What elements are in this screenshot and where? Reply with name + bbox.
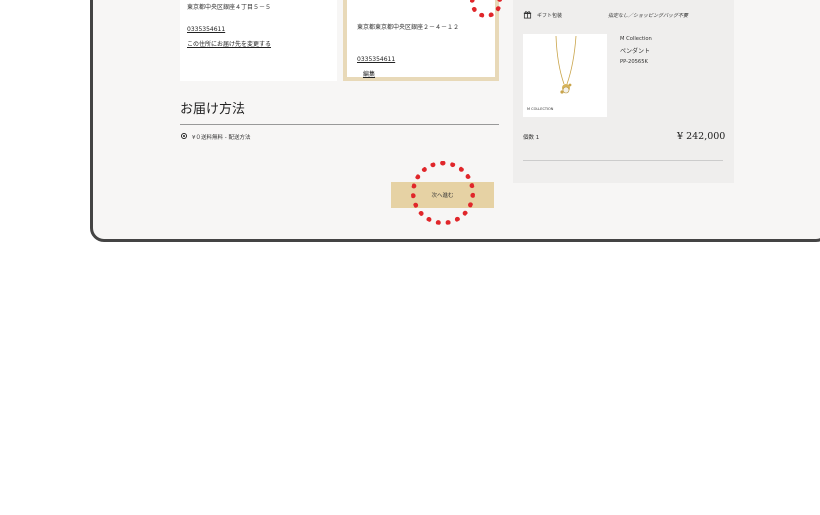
product-sku: PP-20565K: [620, 59, 648, 65]
click-highlight-ring: [411, 161, 475, 225]
address-text: 東京都中央区銀座４丁目５－５: [187, 4, 272, 11]
gift-icon: [523, 11, 532, 19]
gift-wrap-label: ギフト包装: [537, 13, 563, 19]
phone-number: 0335354611: [357, 56, 396, 63]
address-text: 東京都東京都中央区銀座２－４－１２: [357, 24, 460, 31]
address-card-home[interactable]: 東京都中央区銀座４丁目５－５ 0335354611 この住所にお届け先を変更する: [180, 0, 337, 81]
divider: [523, 160, 723, 161]
product-name: ペンダント: [620, 48, 651, 55]
change-address-link[interactable]: この住所にお届け先を変更する: [187, 39, 271, 48]
gift-wrap-value: 指定なし／ショッピングバッグ不要: [608, 13, 689, 19]
product-price: ¥ 242,000: [677, 131, 726, 142]
pendant-image: [555, 35, 577, 94]
product-image: M COLLECTION: [523, 34, 607, 117]
delivery-heading: お届け方法: [180, 102, 246, 117]
shipping-option-label[interactable]: ¥０送料無料 - 配送方法: [192, 133, 250, 141]
quantity-label: 個数 1: [523, 135, 540, 141]
phone-number: 0335354611: [187, 26, 226, 33]
divider: [180, 124, 499, 125]
image-caption: M COLLECTION: [527, 107, 554, 111]
edit-link[interactable]: 編集: [363, 69, 375, 78]
shipping-radio[interactable]: [181, 133, 187, 139]
product-brand: M Collection: [620, 36, 652, 42]
